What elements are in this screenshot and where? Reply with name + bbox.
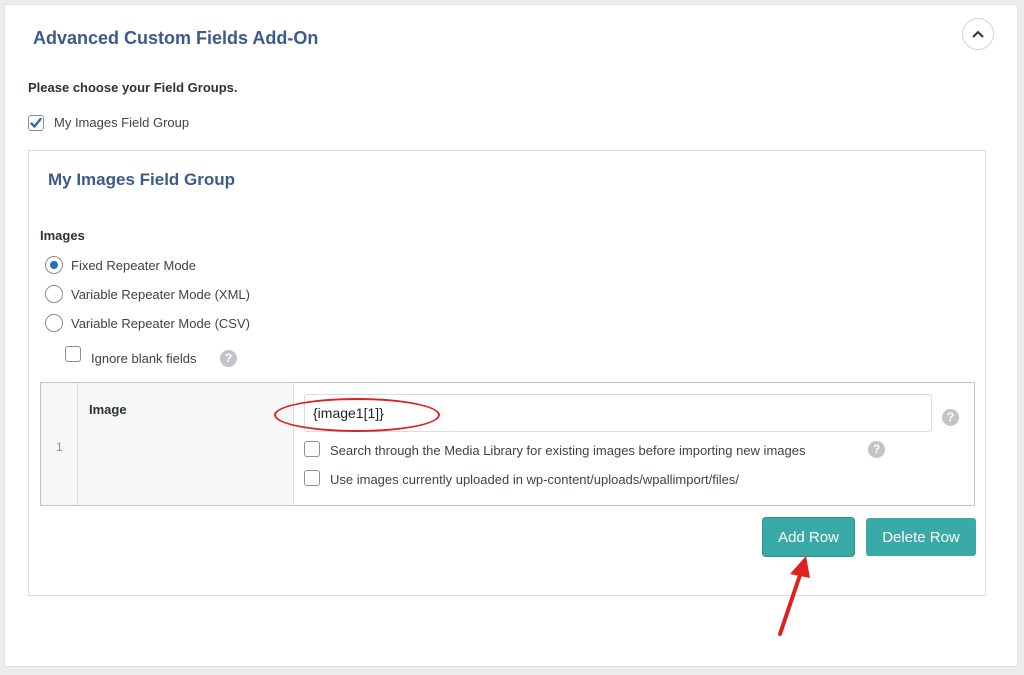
delete-row-button[interactable]: Delete Row <box>866 518 976 556</box>
use-uploaded-label: Use images currently uploaded in wp-cont… <box>330 472 739 487</box>
radio-variable-csv-label: Variable Repeater Mode (CSV) <box>71 316 250 331</box>
radio-variable-xml[interactable] <box>45 285 63 303</box>
collapse-button[interactable] <box>962 18 994 50</box>
image-input[interactable] <box>304 394 932 432</box>
panel-title: Advanced Custom Fields Add-On <box>33 28 319 48</box>
field-groups-instruction: Please choose your Field Groups. <box>28 80 238 95</box>
search-media-checkbox[interactable] <box>304 441 320 457</box>
help-icon[interactable]: ? <box>942 409 959 426</box>
radio-fixed-repeater[interactable] <box>45 256 63 274</box>
ignore-blank-label: Ignore blank fields <box>91 351 197 366</box>
radio-variable-csv[interactable] <box>45 314 63 332</box>
help-icon[interactable]: ? <box>868 441 885 458</box>
field-group-checkbox[interactable] <box>28 115 44 131</box>
row-number: 1 <box>56 440 63 454</box>
sub-field-label: Image <box>89 402 127 417</box>
annotation-arrow-icon <box>778 556 810 636</box>
checkmark-icon <box>30 117 42 128</box>
help-icon[interactable]: ? <box>220 350 237 367</box>
field-group-label: My Images Field Group <box>54 115 190 130</box>
use-uploaded-checkbox[interactable] <box>304 470 320 486</box>
ignore-blank-checkbox[interactable] <box>65 346 81 362</box>
add-row-button[interactable]: Add Row <box>763 518 854 556</box>
group-title: My Images Field Group <box>48 170 236 189</box>
radio-fixed-repeater-label: Fixed Repeater Mode <box>71 258 197 273</box>
chevron-up-icon <box>972 30 984 38</box>
radio-variable-xml-label: Variable Repeater Mode (XML) <box>71 287 250 302</box>
images-field-label: Images <box>40 228 85 243</box>
search-media-label: Search through the Media Library for exi… <box>330 443 806 458</box>
